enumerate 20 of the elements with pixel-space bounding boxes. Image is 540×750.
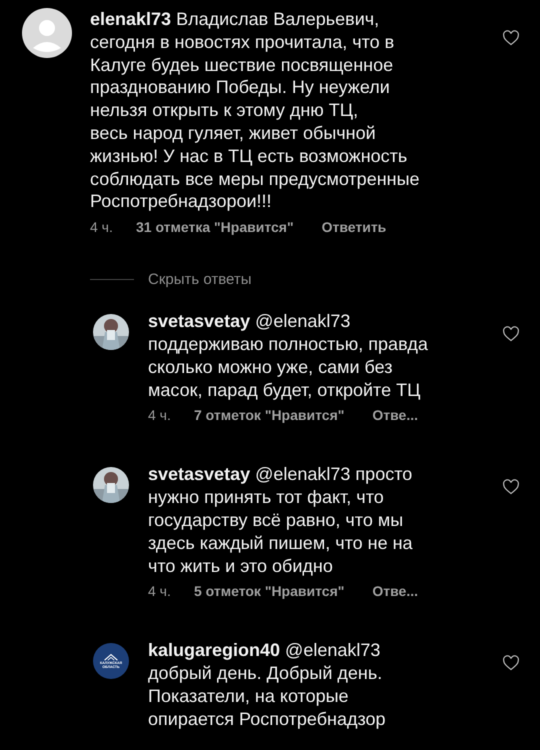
likes-count[interactable]: 5 отметок "Нравится" xyxy=(194,583,344,600)
reply-text: kalugaregion40 @elenakl73 добрый день. Добрый день. Показатели, на которые опирается Роспотребнадзор xyxy=(148,639,387,731)
time-label: 4 ч. xyxy=(90,219,114,236)
likes-count[interactable]: 31 отметка "Нравится" xyxy=(136,219,294,236)
likes-count[interactable]: 7 отметок "Нравится" xyxy=(194,407,344,424)
reply-link[interactable]: Отве... xyxy=(372,583,418,600)
heart-icon[interactable] xyxy=(502,30,520,46)
reply-link[interactable]: Ответить xyxy=(322,219,386,236)
heart-icon[interactable] xyxy=(502,479,520,496)
avatar-icon[interactable] xyxy=(22,8,72,58)
roof-icon xyxy=(103,653,119,662)
hide-replies-link[interactable]: Скрыть ответы xyxy=(148,271,252,288)
time-label: 4 ч. xyxy=(148,583,172,600)
comment-text: elenakl73 Владислав Валерьевич, сегодня в новостях прочитала, что в Калуге будеь шествие посвященное празднованию Победы. Ну неужели нельзя открыть к этому дню ТЦ, весь народ гуляет, живет обычной жизнью! У нас в ТЦ есть возможность соблюдать все меры предусмотренные Роспотребнадзорои!!! xyxy=(90,8,421,214)
heart-icon[interactable] xyxy=(502,326,520,342)
heart-icon[interactable] xyxy=(502,655,520,672)
reply-text: svetasvetay @elenakl73 поддерживаю полностью, правда сколько можно уже, сами без масок, парад будет, откройте ТЦ xyxy=(148,310,429,402)
reply-link[interactable]: Отве... xyxy=(372,407,418,424)
reply-text: svetasvetay @elenakl73 просто нужно принять тот факт, что государству всё равно, что мы здесь каждый пишем, что не на что жить и это обидно xyxy=(148,463,414,578)
time-label: 4 ч. xyxy=(148,407,172,424)
